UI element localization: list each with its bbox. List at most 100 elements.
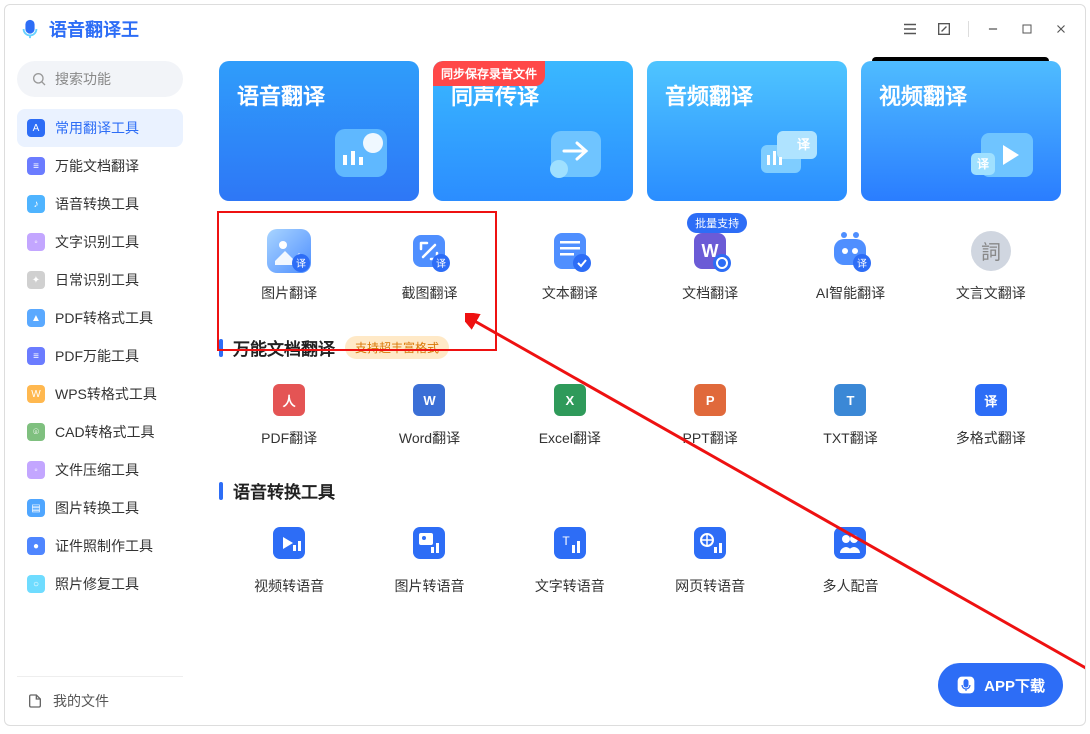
sidebar-item-9[interactable]: ◦文件压缩工具: [17, 451, 183, 489]
doc-item-3[interactable]: P PPT翻译: [640, 374, 780, 458]
doc-item-2[interactable]: X Excel翻译: [500, 374, 640, 458]
doc-icon: X: [554, 384, 586, 416]
doc-label: 多格式翻译: [956, 428, 1026, 448]
sidebar-label: 日常识别工具: [55, 270, 139, 290]
sidebar-item-8[interactable]: ⌾CAD转格式工具: [17, 413, 183, 451]
sidebar-item-2[interactable]: ♪语音转换工具: [17, 185, 183, 223]
doc-icon: T: [834, 384, 866, 416]
expand-icon[interactable]: [934, 19, 954, 39]
doc-label: Excel翻译: [539, 428, 601, 448]
hero-card-3[interactable]: 视频翻译译: [861, 61, 1061, 201]
doc-item-0[interactable]: 人PDF翻译: [219, 374, 359, 458]
sidebar-icon: ●: [27, 537, 45, 555]
hero-card-1[interactable]: 同步保存录音文件同声传译: [433, 61, 633, 201]
mic-icon: [956, 675, 976, 695]
voice-item-1[interactable]: 图片转语音: [359, 517, 499, 606]
hero-label: 视频翻译: [879, 84, 967, 109]
hero-label: 音频翻译: [665, 84, 753, 109]
my-files-label: 我的文件: [53, 691, 109, 711]
hero-icon: [315, 111, 405, 191]
tool-5[interactable]: 詞文言文翻译: [921, 219, 1061, 313]
doc-item-4[interactable]: T TXT翻译: [780, 374, 920, 458]
voice-item-3[interactable]: 网页转语音: [640, 517, 780, 606]
fab-label: APP下载: [984, 675, 1045, 696]
doc-item-5[interactable]: 译多格式翻译: [921, 374, 1061, 458]
sidebar-item-0[interactable]: A常用翻译工具: [17, 109, 183, 147]
tool-badge: 批量支持: [687, 213, 747, 233]
voice-icon: [413, 527, 445, 564]
close-icon[interactable]: [1051, 19, 1071, 39]
voice-item-0[interactable]: 视频转语音: [219, 517, 359, 606]
voice-icon: [834, 527, 866, 564]
sidebar-label: 证件照制作工具: [55, 536, 153, 556]
sidebar-icon: ◦: [27, 233, 45, 251]
sidebar-label: WPS转格式工具: [55, 384, 157, 404]
doc-label: Word翻译: [399, 428, 460, 448]
sidebar-item-3[interactable]: ◦ 文字识别工具: [17, 223, 183, 261]
doc-icon: P: [694, 384, 726, 416]
sidebar-icon: ≡: [27, 157, 45, 175]
doc-label: TXT翻译: [823, 428, 877, 448]
sidebar-item-4[interactable]: ✦ 日常识别工具: [17, 261, 183, 299]
section-doc-badge: 支持超丰富格式: [345, 336, 449, 359]
tool-2[interactable]: 文本翻译: [500, 219, 640, 313]
sidebar-label: PDF转格式工具: [55, 308, 153, 328]
minimize-icon[interactable]: [983, 19, 1003, 39]
sidebar-item-6[interactable]: ≡PDF万能工具: [17, 337, 183, 375]
voice-item-4[interactable]: 多人配音: [780, 517, 920, 606]
doc-item-1[interactable]: WWord翻译: [359, 374, 499, 458]
sidebar-item-12[interactable]: ○照片修复工具: [17, 565, 183, 603]
hero-tag: 同步保存录音文件: [433, 61, 545, 86]
doc-label: PDF翻译: [261, 428, 317, 448]
menu-icon[interactable]: [900, 19, 920, 39]
sidebar-item-10[interactable]: ▤ 图片转换工具: [17, 489, 183, 527]
section-doc-header: 万能文档翻译 支持超丰富格式: [219, 335, 1061, 360]
sidebar-item-1[interactable]: ≡万能文档翻译: [17, 147, 183, 185]
tool-icon: 译: [828, 229, 872, 273]
tool-label: 图片翻译: [261, 283, 317, 303]
sidebar-label: 常用翻译工具: [55, 118, 139, 138]
sidebar-label: 文字识别工具: [55, 232, 139, 252]
sidebar-icon: ▲: [27, 309, 45, 327]
my-files-button[interactable]: 我的文件: [17, 676, 183, 725]
hero-card-0[interactable]: 语音翻译: [219, 61, 419, 201]
tool-icon: 詞: [969, 229, 1013, 273]
search-placeholder: 搜索功能: [55, 69, 111, 89]
hero-label: 语音翻译: [237, 84, 325, 109]
app-download-button[interactable]: APP下载: [938, 663, 1063, 707]
sidebar-label: 图片转换工具: [55, 498, 139, 518]
app-logo-icon: [19, 18, 41, 40]
section-bar-icon: [219, 339, 223, 357]
search-input[interactable]: 搜索功能: [17, 61, 183, 97]
hero-label: 同声传译: [451, 84, 539, 109]
tool-1[interactable]: 译截图翻译: [359, 219, 499, 313]
doc-label: PPT翻译: [683, 428, 738, 448]
sidebar-icon: W: [27, 385, 45, 403]
tool-4[interactable]: 译AI智能翻译: [780, 219, 920, 313]
tool-3[interactable]: 批量支持W文档翻译: [640, 219, 780, 313]
section-bar-icon: [219, 482, 223, 500]
sidebar-label: PDF万能工具: [55, 346, 139, 366]
tool-icon: 译: [407, 229, 451, 273]
maximize-icon[interactable]: [1017, 19, 1037, 39]
tool-icon: 译: [267, 229, 311, 273]
sidebar-item-5[interactable]: ▲ PDF转格式工具: [17, 299, 183, 337]
tool-label: 文本翻译: [542, 283, 598, 303]
search-icon: [31, 71, 47, 87]
hero-card-2[interactable]: 音频翻译译: [647, 61, 847, 201]
tool-icon: [548, 229, 592, 273]
voice-label: 网页转语音: [675, 576, 745, 596]
file-icon: [27, 693, 43, 709]
voice-item-2[interactable]: T文字转语音: [500, 517, 640, 606]
separator: [968, 21, 969, 37]
sidebar-icon: ▤: [27, 499, 45, 517]
sidebar-item-11[interactable]: ● 证件照制作工具: [17, 527, 183, 565]
sidebar-item-7[interactable]: W WPS转格式工具: [17, 375, 183, 413]
main-content: 语音翻译同步保存录音文件同声传译音频翻译译视频翻译译 译图片翻译译截图翻译文本翻…: [195, 53, 1085, 725]
svg-text:T: T: [562, 534, 570, 548]
svg-text:译: 译: [296, 258, 306, 270]
sidebar-icon: ✦: [27, 271, 45, 289]
hero-icon: [529, 111, 619, 191]
tool-0[interactable]: 译图片翻译: [219, 219, 359, 313]
section-voice-title: 语音转换工具: [233, 478, 335, 503]
